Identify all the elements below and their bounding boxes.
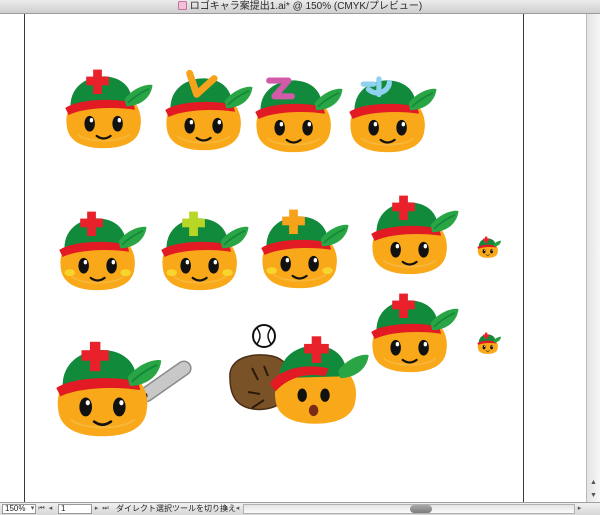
mascot-row2-red-cross[interactable] xyxy=(54,202,150,298)
title-bar: ロゴキャラ案提出1.ai* @ 150% (CMYK/プレビュー) xyxy=(0,0,600,14)
artboard-right-edge xyxy=(523,14,524,502)
document-canvas[interactable] xyxy=(0,14,586,502)
mascot-row3-red-cross[interactable] xyxy=(366,284,462,380)
status-bar: 150% ▾ ⏮ ◂ 1 ▸ ⏭ ダイレクト選択ツールを切り換え ▸ ◂ ▸ xyxy=(0,502,600,515)
zoom-dropdown-icon[interactable]: ▾ xyxy=(28,504,37,514)
mascot-with-bat[interactable] xyxy=(50,336,210,448)
window-title-text: ロゴキャラ案提出1.ai* @ 150% (CMYK/プレビュー) xyxy=(189,1,423,12)
first-artboard-icon[interactable]: ⏮ xyxy=(37,504,46,514)
mascot-row1-red-cross[interactable] xyxy=(60,60,156,156)
mascot-with-glove[interactable] xyxy=(224,322,374,442)
mascot-row2-red-cross-simple[interactable] xyxy=(366,186,462,282)
window-title: ロゴキャラ案提出1.ai* @ 150% (CMYK/プレビュー) xyxy=(0,0,600,14)
vertical-scrollbar[interactable]: ▲ ▼ xyxy=(586,14,600,502)
horizontal-scrollbar[interactable] xyxy=(243,504,575,514)
mascot-row3-small[interactable] xyxy=(476,330,502,356)
scroll-down-icon[interactable]: ▼ xyxy=(587,489,600,502)
zoom-value: 150% xyxy=(5,504,26,513)
next-artboard-icon[interactable]: ▸ xyxy=(92,504,101,514)
scroll-up-icon[interactable]: ▲ xyxy=(587,476,600,489)
tool-status-text: ダイレクト選択ツールを切り換え xyxy=(116,504,236,513)
last-artboard-icon[interactable]: ⏭ xyxy=(101,504,110,514)
artboard-number-field[interactable]: 1 xyxy=(58,504,92,514)
scroll-right-icon[interactable]: ▸ xyxy=(575,504,584,514)
mascot-row2-lime-cross[interactable] xyxy=(156,202,252,298)
mascot-row1-magenta-z[interactable] xyxy=(250,64,346,160)
mascot-row2-small[interactable] xyxy=(476,234,502,260)
illustrator-document-icon xyxy=(177,1,187,10)
prev-artboard-icon[interactable]: ◂ xyxy=(46,504,55,514)
artboard-number: 1 xyxy=(61,504,66,513)
mascot-row2-orange-cross[interactable] xyxy=(256,200,352,296)
mascot-row1-orange-v[interactable] xyxy=(160,62,256,158)
horizontal-scroll-thumb[interactable] xyxy=(410,505,432,513)
scroll-left-icon[interactable]: ◂ xyxy=(233,504,242,514)
baseball-icon xyxy=(252,324,276,348)
mascot-row1-cyan-squiggle[interactable] xyxy=(344,64,440,160)
artboard-left-edge xyxy=(24,14,25,502)
status-menu-icon[interactable]: ▸ xyxy=(222,504,231,514)
